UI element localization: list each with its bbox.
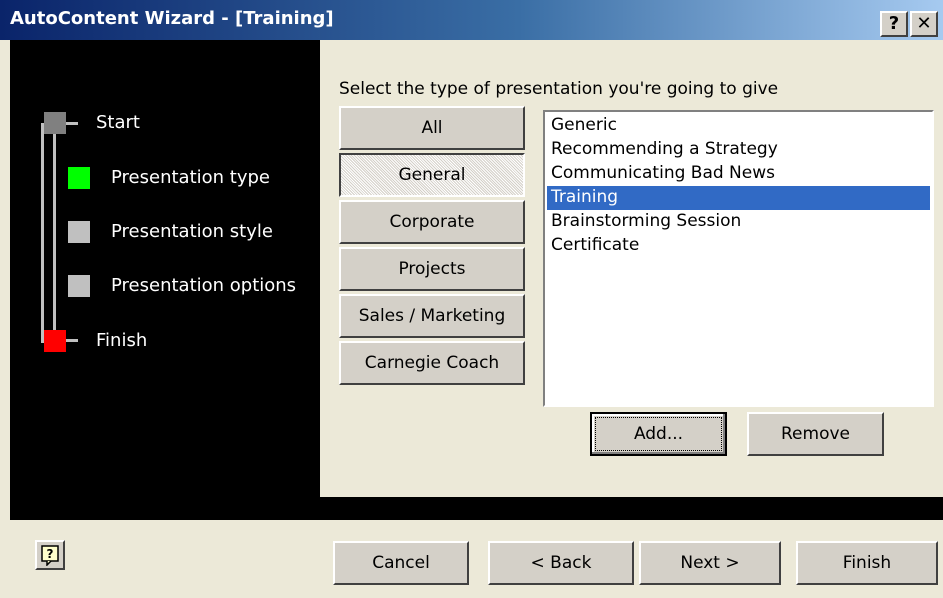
step-connector — [66, 122, 78, 125]
list-item-selected[interactable]: Training — [547, 186, 930, 210]
category-sales-marketing-button[interactable]: Sales / Marketing — [339, 294, 525, 338]
separator-bar — [10, 497, 943, 520]
next-button[interactable]: Next > — [639, 541, 781, 585]
list-item[interactable]: Communicating Bad News — [547, 162, 930, 186]
help-title-button[interactable]: ? — [880, 11, 908, 37]
step-indicator-presentation-style — [68, 221, 90, 243]
list-item[interactable]: Generic — [547, 114, 930, 138]
step-label-presentation-options: Presentation options — [111, 275, 297, 296]
remove-button[interactable]: Remove — [747, 412, 884, 456]
category-general-button[interactable]: General — [339, 153, 525, 197]
svg-text:?: ? — [47, 547, 54, 561]
back-button[interactable]: < Back — [488, 541, 634, 585]
step-rail — [41, 123, 44, 343]
step-indicator-finish — [44, 330, 66, 352]
category-corporate-button[interactable]: Corporate — [339, 200, 525, 244]
category-all-button[interactable]: All — [339, 106, 525, 150]
list-item[interactable]: Brainstorming Session — [547, 210, 930, 234]
title-bar[interactable]: AutoContent Wizard - [Training] ? ✕ — [0, 0, 943, 40]
step-label-start: Start — [96, 112, 140, 133]
step-rail — [53, 123, 56, 343]
window-title: AutoContent Wizard - [Training] — [10, 8, 334, 29]
help-icon-glyph: ? — [41, 545, 59, 567]
step-connector — [66, 339, 78, 342]
presentation-type-list[interactable]: Generic Recommending a Strategy Communic… — [543, 110, 934, 407]
step-label-presentation-type: Presentation type — [111, 167, 270, 188]
step-label-finish: Finish — [96, 330, 148, 351]
close-button[interactable]: ✕ — [910, 11, 938, 37]
wizard-steps-panel: Start Presentation type Presentation sty… — [10, 40, 320, 497]
step-indicator-presentation-type — [68, 167, 90, 189]
category-projects-button[interactable]: Projects — [339, 247, 525, 291]
step-indicator-start — [44, 112, 66, 134]
finish-button[interactable]: Finish — [796, 541, 938, 585]
prompt-text: Select the type of presentation you're g… — [339, 79, 779, 99]
list-item[interactable]: Recommending a Strategy — [547, 138, 930, 162]
add-button[interactable]: Add... — [590, 412, 727, 456]
cancel-button[interactable]: Cancel — [333, 541, 469, 585]
list-item[interactable]: Certificate — [547, 234, 930, 258]
category-carnegie-coach-button[interactable]: Carnegie Coach — [339, 341, 525, 385]
help-icon[interactable]: ? — [35, 540, 65, 570]
step-label-presentation-style: Presentation style — [111, 221, 273, 242]
step-indicator-presentation-options — [68, 275, 90, 297]
